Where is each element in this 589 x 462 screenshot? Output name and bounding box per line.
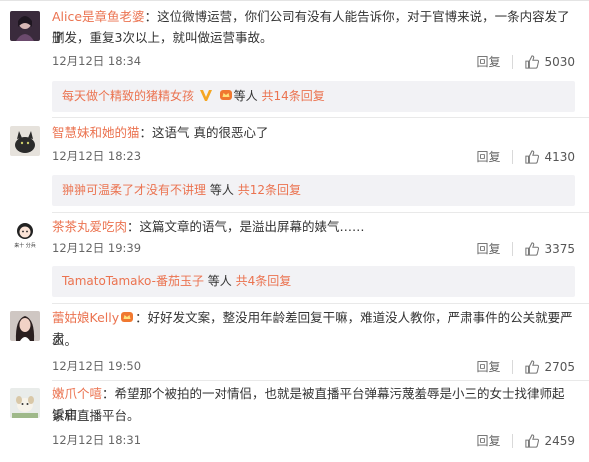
reply-button[interactable]: 回复 [476, 53, 500, 70]
thread-total-replies[interactable]: 共12条回复 [238, 183, 301, 197]
comment-actions: 回复 5030 [476, 53, 575, 70]
reply-button[interactable]: 回复 [476, 240, 500, 257]
like-button[interactable]: 3375 [525, 242, 575, 256]
avatar[interactable]: 来十 分兵 [10, 219, 40, 249]
member-crown-icon [120, 310, 134, 324]
comment-body-line-1: ：这篇文章的语气，是溢出屏幕的婊气…… [127, 219, 365, 234]
comment-text-line-2: 么。 [52, 330, 575, 351]
thread-deng: 等人 [207, 274, 232, 288]
reply-thread[interactable]: 每天做个精致的猪精女孩 等人 共14条回复 [52, 81, 575, 112]
like-button[interactable]: 2705 [525, 360, 575, 374]
like-button[interactable]: 4130 [525, 150, 575, 164]
thumbs-up-icon [525, 54, 540, 69]
comment-actions: 回复 2705 [476, 358, 575, 375]
comment-meta: 12月12日 19:50 回复 2705 [52, 358, 575, 374]
action-divider [512, 149, 514, 164]
comment-time: 12月12日 18:34 [52, 54, 142, 68]
like-count: 4130 [544, 149, 575, 164]
like-button[interactable]: 2459 [525, 434, 575, 448]
comment-time: 12月12日 18:23 [52, 149, 142, 163]
reply-button[interactable]: 回复 [476, 148, 500, 165]
comment-username[interactable]: Alice是章鱼老婆 [52, 9, 145, 24]
avatar-girl-dark-icon [10, 11, 40, 41]
comment-divider [52, 117, 589, 118]
comment-actions: 回复 2459 [476, 432, 575, 449]
comment-username[interactable]: 智慧妹和她的猫 [52, 125, 140, 140]
avatar-puppy-icon [10, 388, 40, 418]
comment-feed: Alice是章鱼老婆：这位微博运营，你们公司有没有人能告诉你，对于官博来说，一条… [0, 0, 589, 462]
avatar-woman-icon [10, 311, 40, 341]
action-divider [512, 54, 514, 69]
avatar-caption: 来十 分兵 [14, 243, 36, 249]
comment-divider [52, 303, 589, 304]
comment-meta: 12月12日 18:31 回复 2459 [52, 432, 575, 448]
comment-actions: 回复 3375 [476, 240, 575, 257]
reply-button[interactable]: 回复 [476, 432, 500, 449]
comment-meta: 12月12日 19:39 回复 3375 [52, 240, 575, 256]
reply-thread[interactable]: 翀翀可温柔了才没有不讲理 等人 共12条回复 [52, 175, 575, 206]
thumbs-up-icon [525, 359, 540, 374]
comment-username[interactable]: 嫩爪个嘻 [52, 386, 102, 401]
comment-text: 茶茶丸爱吃肉：这篇文章的语气，是溢出屏幕的婊气…… [52, 216, 575, 237]
comment-meta: 12月12日 18:34 回复 5030 [52, 53, 575, 69]
thread-username[interactable]: 翀翀可温柔了才没有不讲理 [62, 183, 206, 197]
comment-body-line-1: ：这语气 真的很恶心了 [139, 125, 269, 140]
reply-thread[interactable]: TamatoTamako-番茄玉子 等人 共4条回复 [52, 266, 575, 297]
member-crown-icon [219, 88, 233, 102]
thumbs-up-icon [525, 241, 540, 256]
thread-username[interactable]: TamatoTamako-番茄玉子 [62, 274, 204, 288]
like-count: 3375 [544, 241, 575, 256]
comment-username[interactable]: 茶茶丸爱吃肉 [52, 219, 127, 234]
comment-body-line-2: 家和直播平台。 [52, 408, 140, 423]
comment-divider [52, 212, 589, 213]
thumbs-up-icon [525, 433, 540, 448]
thread-deng: 等人 [233, 89, 258, 103]
comment-time: 12月12日 18:31 [52, 433, 142, 447]
like-count: 2705 [544, 359, 575, 374]
comment-actions: 回复 4130 [476, 148, 575, 165]
avatar[interactable] [10, 11, 40, 41]
thumbs-up-icon [525, 149, 540, 164]
thread-username[interactable]: 每天做个精致的猪精女孩 [62, 89, 194, 103]
avatar-cat-icon [10, 126, 40, 156]
comment-time: 12月12日 19:39 [52, 241, 142, 255]
comment-text: 智慧妹和她的猫：这语气 真的很恶心了 [52, 122, 575, 143]
comment-body-line-2: 了发，重复3次以上，就叫做运营事故。 [52, 30, 273, 45]
action-divider [512, 433, 514, 448]
avatar[interactable] [10, 126, 40, 156]
comment-text-line-2: 家和直播平台。 [52, 405, 575, 426]
action-divider [512, 241, 514, 256]
avatar[interactable] [10, 311, 40, 341]
comment-meta: 12月12日 18:23 回复 4130 [52, 148, 575, 164]
comment-time: 12月12日 19:50 [52, 359, 142, 373]
thread-total-replies[interactable]: 共4条回复 [236, 274, 292, 288]
like-button[interactable]: 5030 [525, 55, 575, 69]
vip-v-icon [199, 88, 213, 102]
thread-total-replies[interactable]: 共14条回复 [262, 89, 325, 103]
avatar[interactable] [10, 388, 40, 418]
action-divider [512, 359, 514, 374]
comment-body-line-2: 么。 [52, 333, 78, 348]
like-count: 5030 [544, 54, 575, 69]
reply-button[interactable]: 回复 [476, 358, 500, 375]
comment-text-line-2: 了发，重复3次以上，就叫做运营事故。 [52, 27, 575, 48]
comment-username[interactable]: 蕾姑娘Kelly [52, 310, 119, 325]
thread-deng: 等人 [209, 183, 234, 197]
comment-divider [52, 380, 589, 381]
like-count: 2459 [544, 433, 575, 448]
